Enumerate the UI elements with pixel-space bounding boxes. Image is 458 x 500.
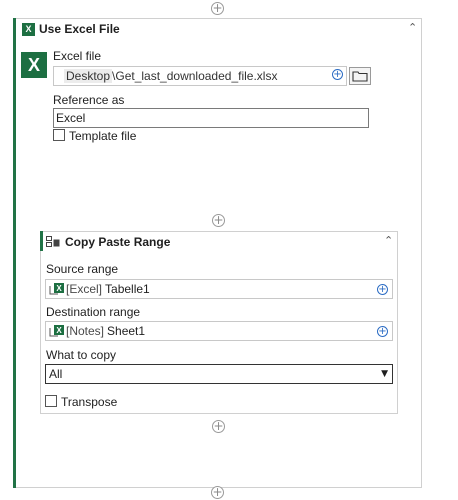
copy-paste-range-title: Copy Paste Range — [65, 235, 171, 249]
excel-file-field[interactable]: Desktop \Get_last_downloaded_file.xlsx — [53, 66, 347, 86]
excel-file-label: Excel file — [53, 49, 102, 63]
source-range-prefix: [Excel] — [66, 282, 103, 296]
copy-paste-range-header[interactable]: Copy Paste Range — [46, 234, 386, 250]
copy-paste-range-icon — [46, 236, 60, 247]
source-range-label: Source range — [46, 262, 119, 276]
folder-icon — [352, 71, 368, 82]
destination-range-add-variable-icon[interactable]: + — [377, 326, 388, 337]
what-to-copy-select[interactable]: All ▼ — [45, 364, 393, 384]
excel-logo-icon: X — [21, 52, 47, 78]
template-file-checkbox[interactable] — [53, 129, 65, 141]
destination-range-prefix: [Notes] — [66, 324, 105, 338]
use-excel-file-accent-bar — [13, 18, 16, 488]
template-file-label: Template file — [69, 129, 137, 143]
collapse-chevron-icon[interactable]: ⌃ — [408, 21, 417, 34]
what-to-copy-value: All — [49, 367, 63, 381]
copy-paste-range-accent-bar — [40, 231, 43, 251]
excel-icon: X — [22, 22, 35, 36]
what-to-copy-label: What to copy — [46, 348, 117, 362]
source-range-field[interactable]: X [Excel] Tabelle1 — [45, 279, 393, 299]
reference-as-value: Excel — [56, 111, 86, 125]
transpose-label: Transpose — [61, 395, 118, 409]
source-range-add-variable-icon[interactable]: + — [377, 284, 388, 295]
reference-as-label: Reference as — [53, 93, 125, 107]
add-activity-bottom-icon[interactable]: + — [211, 486, 224, 499]
use-excel-file-title: Use Excel File — [39, 22, 120, 36]
dropdown-arrow-icon: ▼ — [381, 369, 388, 379]
add-activity-inner-top-icon[interactable]: + — [212, 214, 225, 227]
destination-range-field[interactable]: X [Notes] Sheet1 — [45, 321, 393, 341]
excel-range-icon: X — [49, 325, 65, 337]
add-activity-top-icon[interactable]: + — [211, 2, 224, 15]
excel-file-value: \Get_last_downloaded_file.xlsx — [112, 69, 278, 83]
source-range-value: Tabelle1 — [105, 282, 150, 296]
copy-paste-collapse-chevron-icon[interactable]: ⌃ — [384, 234, 393, 247]
excel-range-icon: X — [49, 283, 65, 295]
destination-range-label: Destination range — [46, 305, 141, 319]
destination-range-value: Sheet1 — [107, 324, 146, 338]
transpose-checkbox[interactable] — [45, 395, 57, 407]
use-excel-file-header[interactable]: X Use Excel File — [22, 21, 418, 37]
browse-folder-button[interactable] — [349, 67, 371, 85]
reference-as-input[interactable]: Excel — [53, 108, 369, 128]
excel-file-add-variable-icon[interactable]: + — [332, 69, 343, 80]
add-activity-after-copy-icon[interactable]: + — [212, 420, 225, 433]
excel-file-prefix-chip: Desktop — [64, 69, 113, 83]
